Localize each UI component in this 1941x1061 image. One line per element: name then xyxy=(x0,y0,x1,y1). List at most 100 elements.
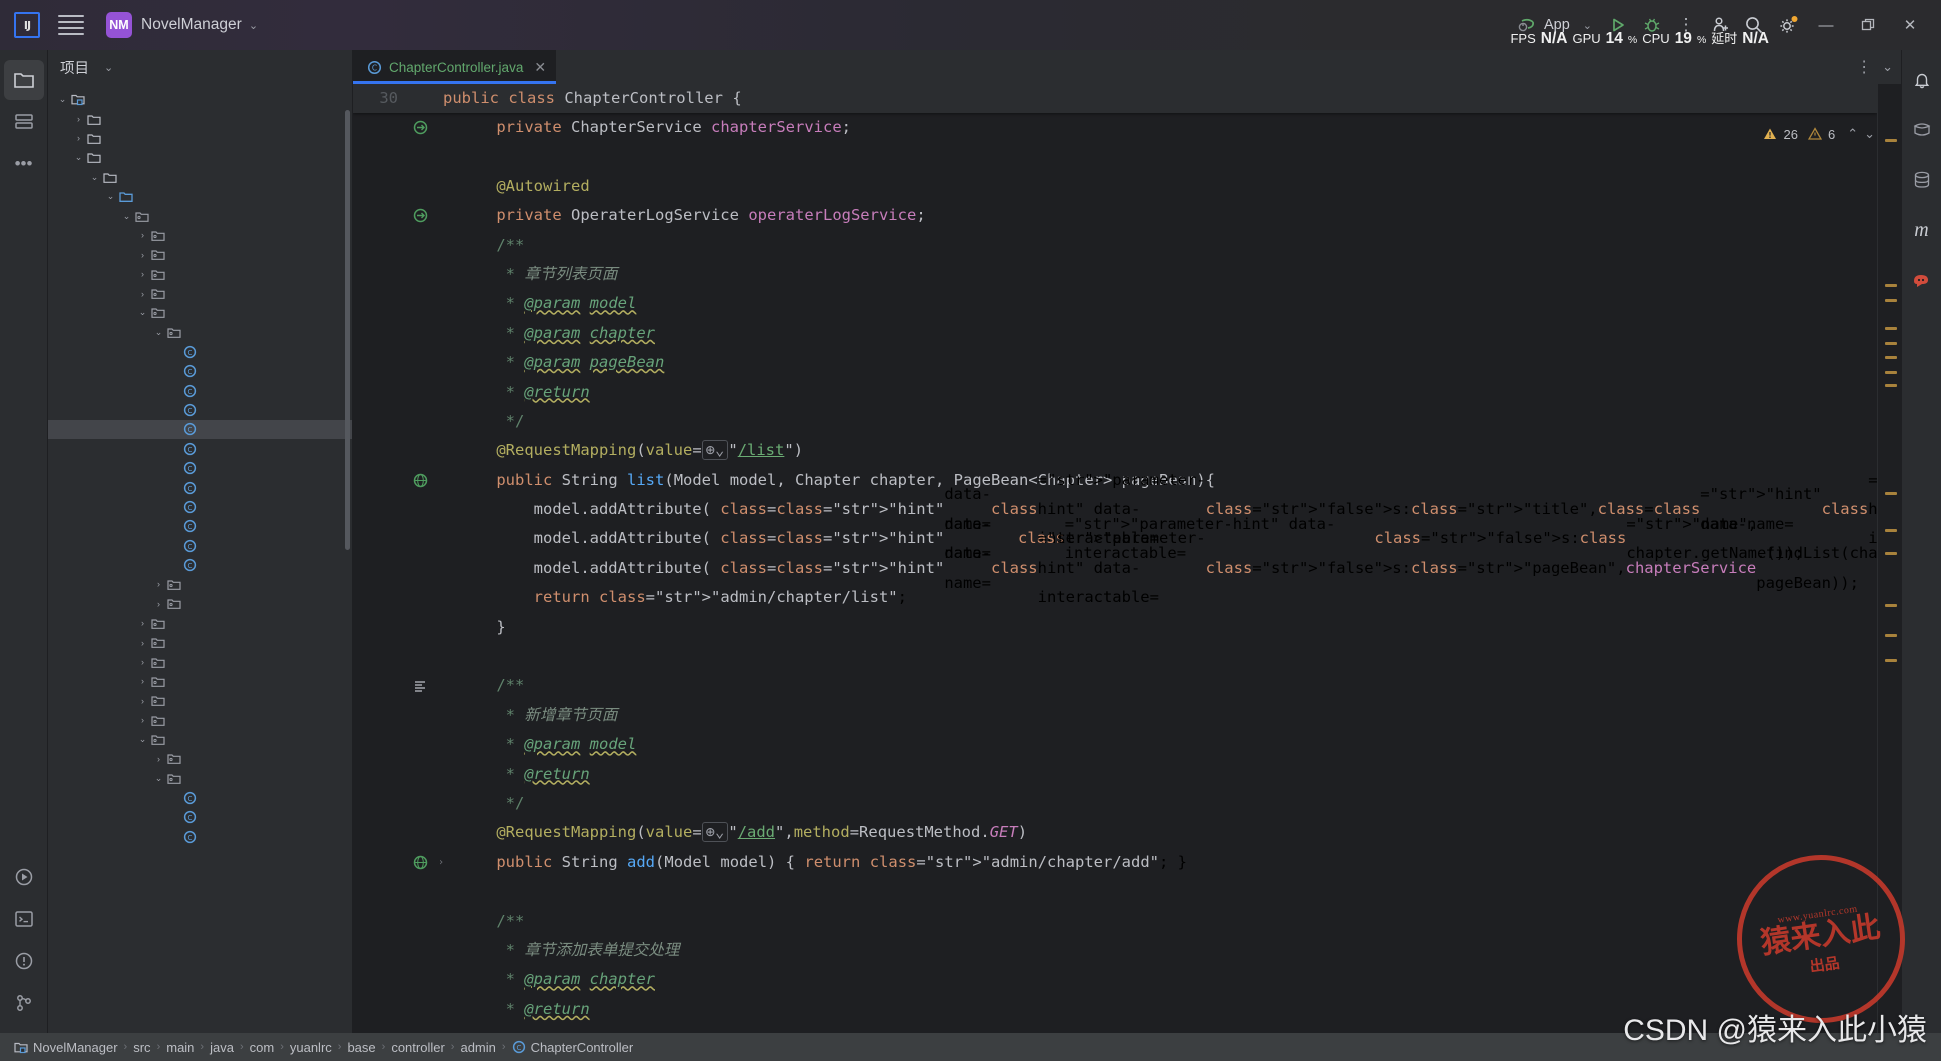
expand-arrow-icon[interactable]: › xyxy=(136,230,149,240)
web-mapping-icon[interactable] xyxy=(413,473,428,488)
tree-item-adminnoticecontroller[interactable]: C xyxy=(48,361,352,380)
chevron-down-icon[interactable]: ⌄ xyxy=(249,19,258,32)
sidebar-item-database[interactable] xyxy=(1902,160,1941,200)
breadcrumb-item-com[interactable]: com xyxy=(250,1040,275,1055)
tree-item-rabbitmq[interactable]: › xyxy=(48,691,352,710)
code-line[interactable]: * @return xyxy=(353,995,1877,1024)
inspection-stripe[interactable] xyxy=(1877,84,1901,1033)
breadcrumb-item-java[interactable]: java xyxy=(210,1040,234,1055)
tree-item-java[interactable]: ⌄ xyxy=(48,187,352,206)
minimize-button[interactable]: — xyxy=(1805,8,1847,42)
expand-arrow-icon[interactable]: ⌄ xyxy=(72,152,85,163)
override-icon[interactable] xyxy=(413,208,428,223)
gutter-icon[interactable] xyxy=(407,120,433,135)
sidebar-item-ai-assistant[interactable] xyxy=(1902,260,1941,300)
code-line[interactable]: * 章节列表页面 xyxy=(353,260,1877,289)
expand-arrow-icon[interactable]: › xyxy=(136,638,149,648)
tree-item-common[interactable]: › xyxy=(48,575,352,594)
settings-button[interactable] xyxy=(1771,8,1805,42)
tree-item-novelcollectservice[interactable]: C xyxy=(48,827,352,846)
expand-arrow-icon[interactable]: ⌄ xyxy=(136,307,149,318)
tree-item-entity[interactable]: › xyxy=(48,633,352,652)
next-problem-icon[interactable]: ⌄ xyxy=(1864,126,1875,142)
add-collaborator-button[interactable] xyxy=(1703,8,1737,42)
tree-item-admin[interactable]: › xyxy=(48,749,352,768)
maximize-button[interactable] xyxy=(1847,8,1889,42)
project-tree[interactable]: ⌄ › › ⌄ ⌄ ⌄ ⌄ › › › › ⌄ ⌄ C C C C C C C C C C C C › › › › › › › › ⌄ › ⌄ C C C xyxy=(48,84,352,1033)
expand-arrow-icon[interactable]: › xyxy=(152,579,165,589)
fold-arrow-icon[interactable]: › xyxy=(433,848,449,877)
chevron-down-icon[interactable]: ⌄ xyxy=(104,61,113,74)
code-line[interactable]: } xyxy=(353,613,1877,642)
expand-arrow-icon[interactable]: › xyxy=(136,618,149,628)
gutter-icon[interactable] xyxy=(407,473,433,488)
sidebar-item-version-control[interactable] xyxy=(4,983,44,1023)
tree-item-novelmanager[interactable]: ⌄ xyxy=(48,90,352,109)
code-line[interactable]: › public String add(Model model) { retur… xyxy=(353,848,1877,877)
code-line[interactable] xyxy=(353,642,1877,671)
breadcrumb-item-chaptercontroller[interactable]: C ChapterController xyxy=(512,1040,633,1055)
expand-arrow-icon[interactable]: ⌄ xyxy=(56,94,69,105)
tree-item-dao[interactable]: › xyxy=(48,614,352,633)
tree-item-com-yuanlrc-base[interactable]: ⌄ xyxy=(48,206,352,225)
tree-item-usercontroller[interactable]: C xyxy=(48,555,352,574)
sidebar-item-commit[interactable] xyxy=(4,102,44,142)
tree-item-blogtypecontroller[interactable]: C xyxy=(48,400,352,419)
breadcrumb[interactable]: NovelManager › src › main › java › com › yuanlrc › b… xyxy=(0,1033,1941,1061)
tree-item-blogcontroller[interactable]: C xyxy=(48,381,352,400)
run-configuration-selector[interactable]: App ⌄ xyxy=(1509,13,1601,37)
web-mapping-icon[interactable] xyxy=(413,855,428,870)
code-line[interactable]: @RequestMapping(value= ⊕⌄ "/add",method=Re… xyxy=(353,818,1877,847)
code-line[interactable]: * 新增章节页面 xyxy=(353,701,1877,730)
tree-item-service[interactable]: ⌄ xyxy=(48,730,352,749)
project-scrollbar[interactable] xyxy=(345,110,350,550)
gutter-icon[interactable] xyxy=(407,208,433,223)
sidebar-item-project[interactable] xyxy=(3,60,44,100)
tree-item-chaptercontroller[interactable]: C xyxy=(48,419,352,440)
code-line[interactable]: /** xyxy=(353,907,1877,936)
code-line[interactable]: * @param model xyxy=(353,730,1877,759)
code-line[interactable]: model.addAttribute( class=class="str">"h… xyxy=(353,529,1877,606)
tree-item-novelstypecontroller[interactable]: C xyxy=(48,497,352,516)
code-line[interactable]: /** xyxy=(353,231,1877,260)
expand-arrow-icon[interactable]: › xyxy=(72,114,85,124)
code-line[interactable]: private ChapterService chapterService; xyxy=(353,113,1877,142)
tree-item--settings[interactable]: › xyxy=(48,129,352,148)
sidebar-item-more[interactable]: ••• xyxy=(4,144,44,184)
expand-arrow-icon[interactable]: › xyxy=(136,715,149,725)
breadcrumb-item-src[interactable]: src xyxy=(133,1040,150,1055)
close-button[interactable]: ✕ xyxy=(1889,8,1931,42)
tree-item-interceptor[interactable]: › xyxy=(48,652,352,671)
expand-arrow-icon[interactable]: › xyxy=(136,269,149,279)
code-line[interactable]: /** xyxy=(353,671,1877,700)
bookmark-icon[interactable] xyxy=(413,679,427,693)
code-line[interactable]: * @return xyxy=(353,378,1877,407)
expand-arrow-icon[interactable]: › xyxy=(136,289,149,299)
expand-arrow-icon[interactable]: › xyxy=(72,133,85,143)
expand-arrow-icon[interactable]: ⌄ xyxy=(120,211,133,222)
breadcrumb-item-novelmanager[interactable]: NovelManager xyxy=(14,1040,118,1055)
code-line[interactable]: * 章节添加表单提交处理 xyxy=(353,936,1877,965)
tree-item-schedule-admin[interactable]: › xyxy=(48,711,352,730)
code-line[interactable]: private OperaterLogService operaterLogSe… xyxy=(353,201,1877,230)
sidebar-item-notifications[interactable] xyxy=(1902,60,1941,100)
override-icon[interactable] xyxy=(413,120,428,135)
tree-item-systemcontroller[interactable]: C xyxy=(48,536,352,555)
expand-arrow-icon[interactable]: › xyxy=(136,250,149,260)
tree-item-home[interactable]: ⌄ xyxy=(48,769,352,788)
breadcrumb-item-main[interactable]: main xyxy=(166,1040,194,1055)
gutter-icon[interactable] xyxy=(407,679,433,693)
collapse-icon[interactable]: ⌄ xyxy=(1882,59,1893,75)
code-line[interactable]: @RequestMapping(value= ⊕⌄ "/list") xyxy=(353,436,1877,465)
tree-item-bean[interactable]: › xyxy=(48,245,352,264)
tree-item-constant[interactable]: › xyxy=(48,284,352,303)
sidebar-item-maven[interactable]: m xyxy=(1902,210,1941,250)
expand-arrow-icon[interactable]: › xyxy=(136,696,149,706)
expand-arrow-icon[interactable]: ⌄ xyxy=(136,734,149,745)
code-line[interactable] xyxy=(353,877,1877,906)
code-line[interactable]: */ xyxy=(353,407,1877,436)
expand-arrow-icon[interactable]: › xyxy=(136,676,149,686)
inspection-summary[interactable]: 26 6 ⌃ ⌄ xyxy=(1763,126,1875,142)
web-fold-icon[interactable]: ⊕⌄ xyxy=(701,440,729,461)
sidebar-item-terminal[interactable] xyxy=(4,899,44,939)
